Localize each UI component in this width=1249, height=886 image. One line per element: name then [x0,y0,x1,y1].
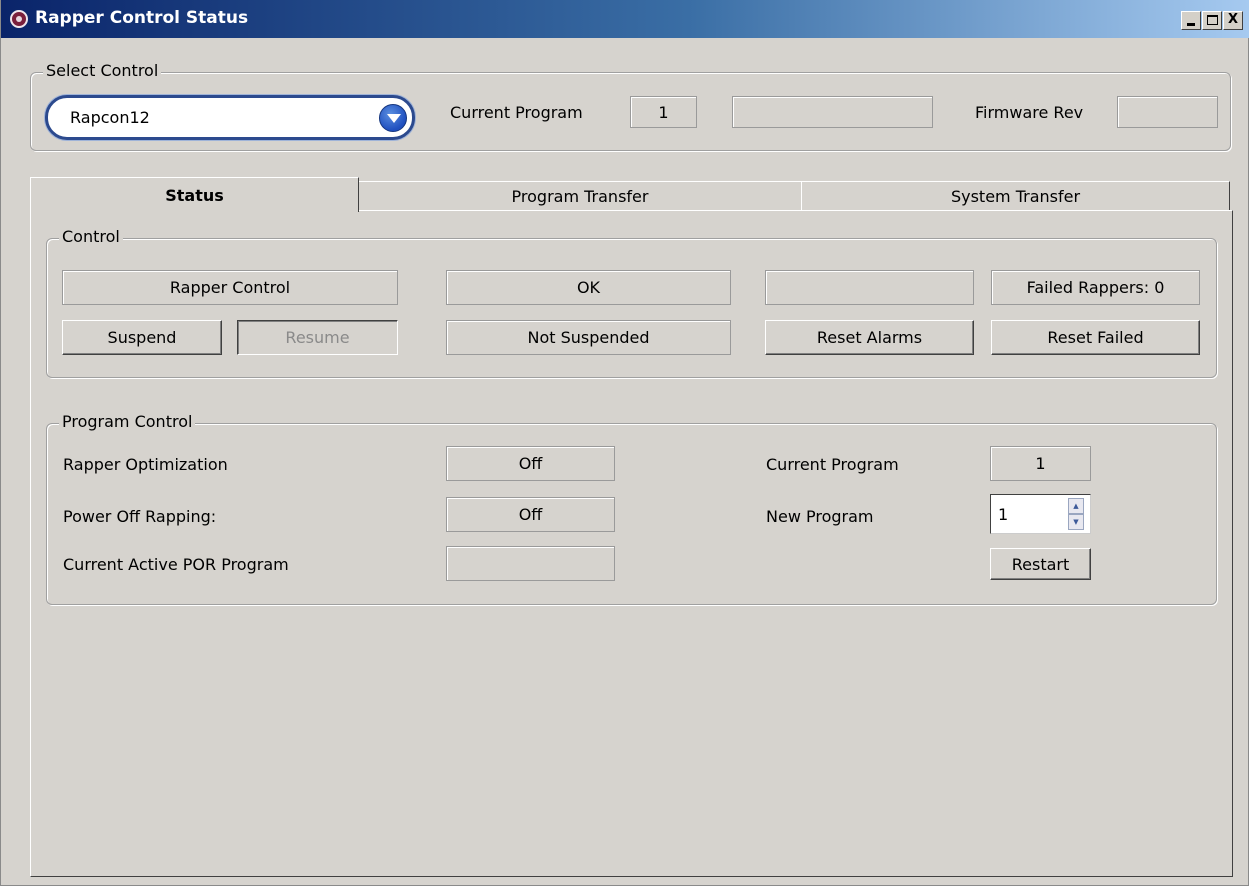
failed-rappers-field: Failed Rappers: 0 [991,270,1200,305]
rapper-control-field: Rapper Control [62,270,398,305]
firmware-rev-label: Firmware Rev [975,103,1084,122]
chevron-down-icon[interactable] [379,104,407,132]
current-program-number: 1 [630,96,697,128]
control-status-field: OK [446,270,731,305]
reset-failed-button[interactable]: Reset Failed [991,320,1200,355]
program-control-current-program-value: 1 [990,446,1091,481]
current-active-por-label: Current Active POR Program [63,555,289,574]
restart-button[interactable]: Restart [990,548,1091,580]
window-title: Rapper Control Status [35,8,249,28]
control-group: Control [46,227,1217,378]
suspend-button[interactable]: Suspend [62,320,222,355]
new-program-label: New Program [766,507,874,526]
program-control-current-program-label: Current Program [766,455,899,474]
current-program-label: Current Program [450,103,583,122]
program-control-group-title: Program Control [59,412,196,431]
control-group-title: Control [59,227,123,246]
new-program-stepper[interactable]: 1 ▲ ▼ [990,494,1091,534]
maximize-button[interactable] [1202,11,1222,30]
new-program-value[interactable]: 1 [998,505,1008,524]
control-select-value: Rapcon12 [70,108,150,127]
tab-status[interactable]: Status [30,177,359,212]
minimize-icon [1187,23,1195,26]
suspend-state-field: Not Suspended [446,320,731,355]
current-program-name [732,96,933,128]
close-button[interactable]: X [1223,11,1243,30]
app-icon [10,10,28,28]
tab-system-transfer[interactable]: System Transfer [801,181,1230,211]
power-off-rapping-label: Power Off Rapping: [63,507,217,526]
minimize-button[interactable] [1181,11,1201,30]
reset-alarms-button[interactable]: Reset Alarms [765,320,974,355]
power-off-rapping-value: Off [446,497,615,532]
control-select-dropdown[interactable]: Rapcon12 [45,95,415,140]
rapper-optimization-label: Rapper Optimization [63,455,228,474]
rapper-optimization-value: Off [446,446,615,481]
arrow-up-icon[interactable]: ▲ [1068,498,1084,514]
rapper-control-status-window: Rapper Control Status X Select Control R… [0,0,1249,886]
current-active-por-value [446,546,615,581]
maximize-icon [1207,15,1218,25]
resume-button[interactable]: Resume [237,320,398,355]
blank-status-field [765,270,974,305]
tab-program-transfer[interactable]: Program Transfer [358,181,802,211]
arrow-down-icon[interactable]: ▼ [1068,514,1084,530]
firmware-rev-value [1117,96,1218,128]
title-bar[interactable]: Rapper Control Status X [1,0,1249,38]
select-control-group-title: Select Control [43,61,162,80]
